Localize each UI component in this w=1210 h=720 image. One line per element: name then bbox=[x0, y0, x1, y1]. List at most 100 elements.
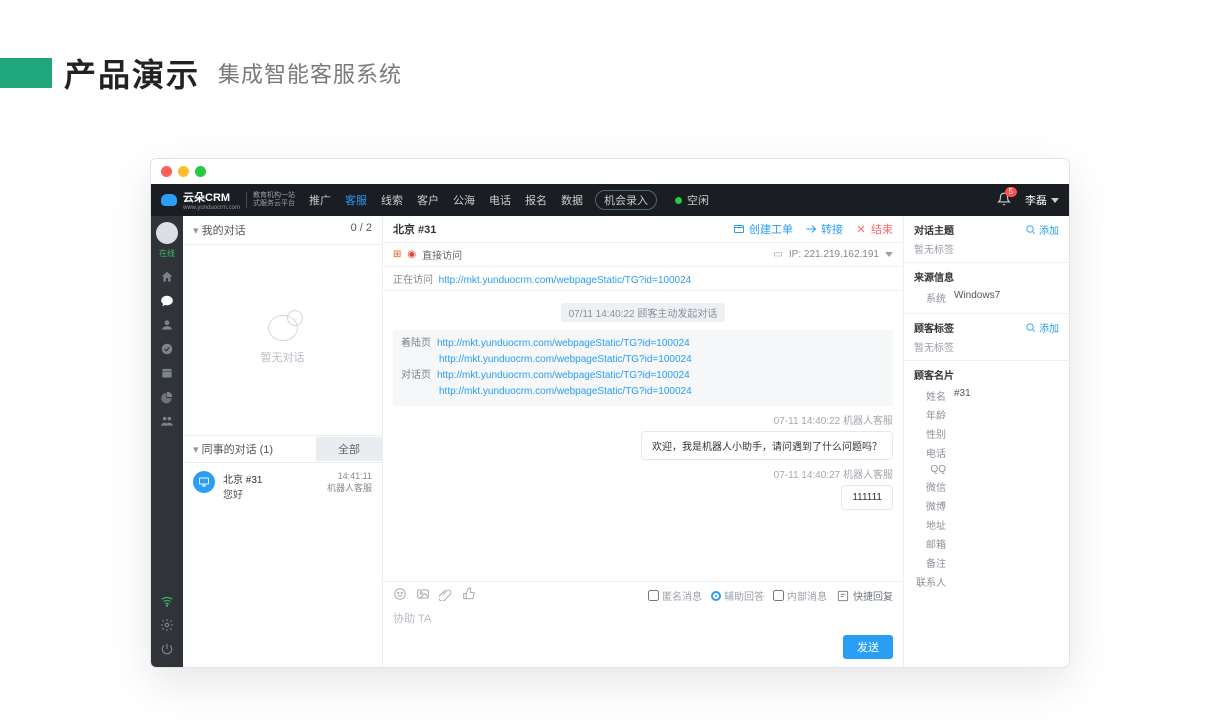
assist-radio[interactable]: 辅助回答 bbox=[711, 588, 764, 603]
conv-title: 北京 #31 bbox=[223, 471, 262, 486]
card-name: #31 bbox=[954, 388, 971, 403]
brand-name: 云朵CRM bbox=[183, 189, 240, 205]
brand-site: www.yunduocrm.com bbox=[183, 205, 240, 211]
nav-public[interactable]: 公海 bbox=[453, 192, 475, 208]
nav-service[interactable]: 客服 bbox=[345, 192, 367, 208]
end-chat-button[interactable]: 结束 bbox=[855, 221, 893, 237]
landing-url2[interactable]: http://mkt.yunduocrm.com/webpageStatic/T… bbox=[439, 354, 692, 365]
user-name[interactable]: 李磊 bbox=[1025, 192, 1047, 208]
anon-checkbox[interactable]: 匿名消息 bbox=[648, 588, 702, 603]
visitor-ip: 221.219.162.191 bbox=[804, 249, 879, 260]
dialog-url2[interactable]: http://mkt.yunduocrm.com/webpageStatic/T… bbox=[439, 386, 692, 397]
dialog-url[interactable]: http://mkt.yunduocrm.com/webpageStatic/T… bbox=[437, 370, 690, 381]
status-dot-icon bbox=[675, 197, 682, 204]
home-icon[interactable] bbox=[151, 265, 183, 289]
nav-customer[interactable]: 客户 bbox=[417, 192, 439, 208]
calendar-icon[interactable] bbox=[151, 361, 183, 385]
online-status: 在线 bbox=[159, 248, 175, 259]
conv-preview: 您好 bbox=[223, 486, 262, 501]
nav-phone[interactable]: 电话 bbox=[489, 192, 511, 208]
title-accent bbox=[0, 58, 52, 88]
send-button[interactable]: 发送 bbox=[843, 635, 893, 659]
create-ticket-button[interactable]: 创建工单 bbox=[733, 221, 793, 237]
nav-promo[interactable]: 推广 bbox=[309, 192, 331, 208]
monitor-icon bbox=[193, 471, 215, 493]
monitor-small-icon: ▭ bbox=[773, 249, 782, 260]
tag-empty: 暂无标签 bbox=[914, 339, 1059, 354]
topic-header: 对话主题 bbox=[914, 222, 954, 237]
all-button[interactable]: 全部 bbox=[316, 437, 382, 461]
brand-tagline: 教育机构一站式服务云平台 bbox=[246, 192, 295, 208]
msg2-meta: 07-11 14:40:27 机器人客服 bbox=[393, 466, 893, 481]
notification-badge: 5 bbox=[1005, 187, 1017, 197]
mac-traffic-lights bbox=[151, 159, 1069, 184]
nav-enroll[interactable]: 报名 bbox=[525, 192, 547, 208]
notifications-button[interactable]: 5 bbox=[997, 192, 1011, 209]
my-conv-header[interactable]: 我的对话 bbox=[193, 222, 246, 238]
system-event: 07/11 14:40:22 顾客主动发起对话 bbox=[561, 303, 726, 322]
topic-empty: 暂无标签 bbox=[914, 241, 1059, 256]
gear-icon[interactable] bbox=[151, 613, 183, 637]
power-icon[interactable] bbox=[151, 637, 183, 661]
wifi-icon[interactable] bbox=[151, 589, 183, 613]
chevron-down-icon[interactable] bbox=[885, 252, 893, 257]
msg2-bubble: 111111 bbox=[841, 485, 893, 510]
msg1-bubble: 欢迎，我是机器人小助手，请问遇到了什么问题吗？ bbox=[641, 431, 893, 460]
side-rail: 在线 bbox=[151, 216, 183, 667]
transfer-button[interactable]: 转接 bbox=[805, 221, 843, 237]
avatar[interactable] bbox=[156, 222, 178, 244]
conversation-item[interactable]: 北京 #31 您好 14:41:11 机器人客服 bbox=[183, 463, 382, 509]
conv-agent: 机器人客服 bbox=[327, 481, 372, 494]
chat-icon[interactable] bbox=[151, 289, 183, 313]
msg1-meta: 07-11 14:40:22 机器人客服 bbox=[393, 412, 893, 427]
top-nav: 云朵CRM www.yunduocrm.com 教育机构一站式服务云平台 推广 … bbox=[151, 184, 1069, 216]
attachment-icon[interactable] bbox=[439, 587, 453, 604]
slide-title: 产品演示 bbox=[64, 50, 200, 96]
brand[interactable]: 云朵CRM www.yunduocrm.com 教育机构一站式服务云平台 bbox=[161, 189, 295, 211]
system-value: Windows7 bbox=[954, 290, 1000, 305]
nav-links: 推广 客服 线索 客户 公海 电话 报名 数据 bbox=[309, 192, 583, 208]
quick-reply-button[interactable]: 快捷回复 bbox=[836, 588, 893, 603]
empty-text: 暂无对话 bbox=[261, 349, 305, 365]
colleague-conv-header[interactable]: 同事的对话 (1) bbox=[183, 436, 316, 462]
conv-time: 14:41:11 bbox=[327, 471, 372, 481]
chrome-icon: ◉ bbox=[407, 249, 416, 260]
app-window: 云朵CRM www.yunduocrm.com 教育机构一站式服务云平台 推广 … bbox=[150, 158, 1070, 668]
cust-tag-header: 顾客标签 bbox=[914, 320, 954, 335]
thumbs-up-icon[interactable] bbox=[462, 587, 476, 604]
zoom-dot[interactable] bbox=[195, 166, 206, 177]
windows-icon: ⊞ bbox=[393, 249, 401, 260]
nav-data[interactable]: 数据 bbox=[561, 192, 583, 208]
reference-block: 着陆页http://mkt.yunduocrm.com/webpageStati… bbox=[393, 330, 893, 406]
pie-icon[interactable] bbox=[151, 385, 183, 409]
minimize-dot[interactable] bbox=[178, 166, 189, 177]
internal-checkbox[interactable]: 内部消息 bbox=[773, 588, 827, 603]
info-panel: 对话主题 添加 暂无标签 来源信息 系统Windows7 顾客标签 添加 暂无标… bbox=[904, 216, 1069, 667]
card-header: 顾客名片 bbox=[914, 367, 954, 382]
check-circle-icon[interactable] bbox=[151, 337, 183, 361]
landing-url[interactable]: http://mkt.yunduocrm.com/webpageStatic/T… bbox=[437, 338, 690, 349]
message-input[interactable] bbox=[393, 611, 893, 635]
empty-chat-icon bbox=[268, 315, 298, 341]
image-icon[interactable] bbox=[416, 587, 430, 604]
chat-title: 北京 #31 bbox=[393, 221, 436, 237]
close-dot[interactable] bbox=[161, 166, 172, 177]
status-text: 空闲 bbox=[687, 192, 709, 208]
add-tag-button[interactable]: 添加 bbox=[1025, 320, 1059, 335]
empty-state: 暂无对话 bbox=[183, 245, 382, 435]
visiting-label: 正在访问 bbox=[393, 275, 433, 286]
access-type: 直接访问 bbox=[422, 247, 462, 262]
record-opportunity-button[interactable]: 机会录入 bbox=[595, 190, 657, 210]
chat-toolbar: 匿名消息 辅助回答 内部消息 快捷回复 bbox=[383, 581, 903, 609]
chat-panel: 北京 #31 创建工单 转接 结束 ⊞ ◉ 直接访问 ▭ IP: 221.219… bbox=[383, 216, 904, 667]
add-topic-button[interactable]: 添加 bbox=[1025, 222, 1059, 237]
emoji-icon[interactable] bbox=[393, 587, 407, 604]
source-header: 来源信息 bbox=[914, 269, 954, 284]
nav-leads[interactable]: 线索 bbox=[381, 192, 403, 208]
slide-subtitle: 集成智能客服系统 bbox=[218, 57, 402, 89]
person-icon[interactable] bbox=[151, 313, 183, 337]
group-icon[interactable] bbox=[151, 409, 183, 433]
my-conv-count: 0 / 2 bbox=[351, 222, 372, 238]
visiting-url[interactable]: http://mkt.yunduocrm.com/webpageStatic/T… bbox=[439, 275, 692, 286]
chevron-down-icon[interactable] bbox=[1051, 198, 1059, 203]
